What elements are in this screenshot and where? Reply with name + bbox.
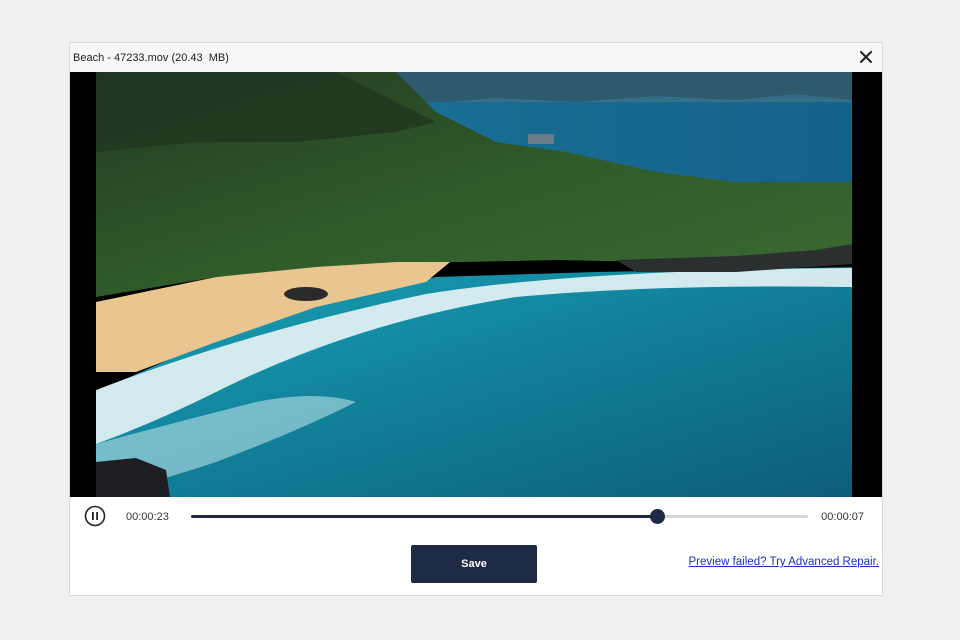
close-icon xyxy=(860,51,872,63)
title-bar: Beach - 47233.mov (20.43 MB) xyxy=(70,43,882,72)
seek-bar-progress xyxy=(191,515,658,518)
video-preview-dialog: Beach - 47233.mov (20.43 MB) 00:00:23 00… xyxy=(69,42,883,596)
playback-controls: 00:00:23 00:00:07 xyxy=(70,497,882,537)
remaining-time: 00:00:07 xyxy=(821,511,864,523)
close-button[interactable] xyxy=(856,47,876,67)
pause-button[interactable] xyxy=(84,505,106,527)
seek-bar[interactable] xyxy=(191,509,808,524)
advanced-repair-link[interactable]: Preview failed? Try Advanced Repair. xyxy=(689,556,880,568)
window-title: Beach - 47233.mov (20.43 MB) xyxy=(73,52,229,64)
elapsed-time: 00:00:23 xyxy=(126,511,169,523)
pause-icon xyxy=(84,505,106,527)
video-frame xyxy=(96,72,852,497)
seek-handle[interactable] xyxy=(650,509,666,524)
save-button[interactable]: Save xyxy=(411,545,537,583)
video-viewport[interactable] xyxy=(70,72,882,497)
